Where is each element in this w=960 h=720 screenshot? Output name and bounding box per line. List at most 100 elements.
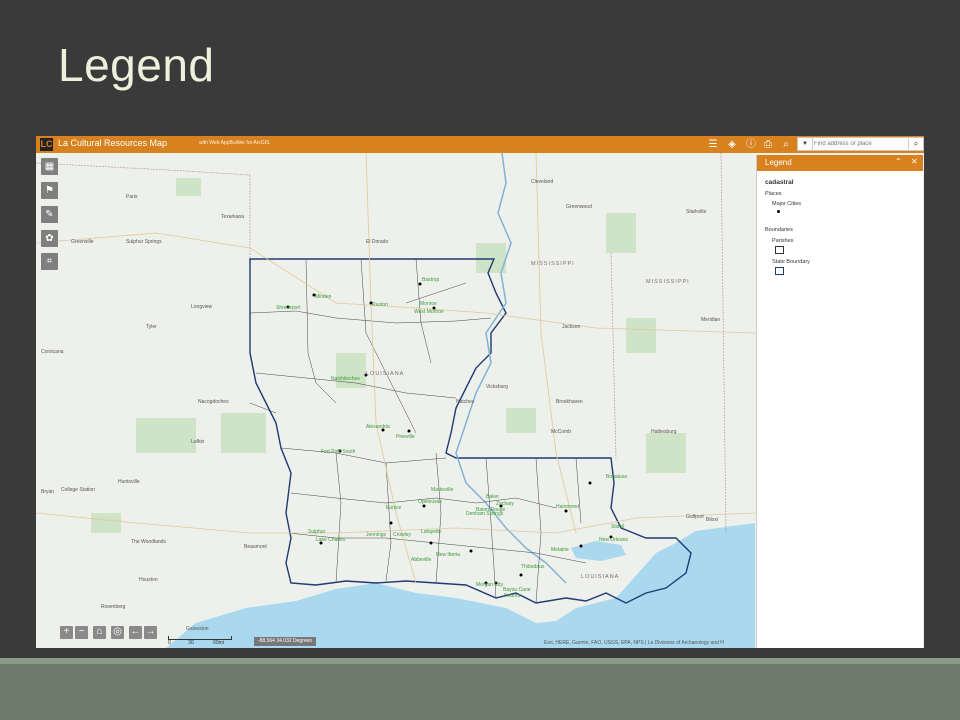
bookmark-icon[interactable]: ⚑ [41, 182, 58, 199]
svg-text:Tyler: Tyler [146, 324, 157, 330]
major-city-symbol [777, 210, 780, 213]
svg-text:Rosenberg: Rosenberg [101, 604, 126, 610]
svg-text:Bogalusa: Bogalusa [606, 474, 627, 480]
legend-panel-header: Legend ⌃ ✕ [757, 155, 923, 171]
legend-layer-name: cadastral [765, 179, 794, 186]
edit-icon[interactable]: ⌗ [41, 253, 58, 270]
collapse-icon[interactable]: ⌃ [895, 157, 902, 166]
svg-text:Corsicana: Corsicana [41, 349, 64, 355]
svg-text:Houston: Houston [139, 577, 158, 583]
query-icon[interactable]: ⌕ [778, 137, 794, 152]
svg-text:Longview: Longview [191, 304, 213, 310]
svg-text:Lake Charles: Lake Charles [316, 537, 346, 543]
info-icon[interactable]: ⓘ [743, 137, 759, 152]
svg-text:Brookhaven: Brookhaven [556, 399, 583, 405]
scale-label: 30 [188, 640, 194, 646]
svg-text:West Monroe: West Monroe [414, 309, 444, 315]
slide-title: Legend [58, 39, 215, 91]
svg-text:Fort Polk South: Fort Polk South [321, 449, 356, 455]
search-source-dropdown[interactable]: ▼ [798, 138, 813, 150]
svg-text:MISSISSIPPI: MISSISSIPPI [531, 261, 575, 267]
state-boundary-symbol [775, 267, 784, 275]
svg-text:The Woodlands: The Woodlands [131, 539, 166, 545]
svg-text:Marksville: Marksville [431, 487, 453, 493]
map-view[interactable]: Paris Texarkana Greenville Sulphur Sprin… [36, 153, 755, 648]
app-subtitle: with Web AppBuilder for ArcGIS [199, 140, 270, 146]
svg-text:Opelousas: Opelousas [418, 499, 442, 505]
svg-text:Texarkana: Texarkana [221, 214, 244, 220]
svg-text:Sulphur Springs: Sulphur Springs [126, 239, 162, 245]
svg-text:El Dorado: El Dorado [366, 239, 388, 245]
svg-text:Alexandria: Alexandria [366, 424, 390, 430]
svg-text:New Iberia: New Iberia [436, 552, 460, 558]
map-attribution: Esri, HERE, Garmin, FAO, USGS, EPA, NPS … [544, 640, 724, 646]
basemap-gallery-icon[interactable]: ▦ [41, 158, 58, 175]
next-extent-icon[interactable]: → [144, 626, 157, 639]
search-box: ▼ ⌕ [797, 137, 924, 151]
svg-text:Slidell: Slidell [611, 524, 624, 530]
svg-text:Natchitoches: Natchitoches [331, 376, 360, 382]
svg-text:Galveston: Galveston [186, 626, 209, 632]
svg-text:Biloxi: Biloxi [706, 517, 718, 523]
svg-text:Bayou Cane: Bayou Cane [503, 587, 531, 593]
svg-text:Hattiesburg: Hattiesburg [651, 429, 677, 435]
svg-text:Thibodaux: Thibodaux [521, 564, 545, 570]
svg-text:Huntsville: Huntsville [118, 479, 140, 485]
print-icon[interactable]: ⎙ [760, 137, 776, 152]
svg-text:New Orleans: New Orleans [599, 537, 628, 543]
svg-text:Greenwood: Greenwood [566, 204, 592, 210]
svg-text:Sulphur: Sulphur [308, 529, 326, 535]
app-logo: LC [40, 138, 53, 151]
legend-item-label: Major Cities [772, 201, 802, 207]
svg-text:Nacogdoches: Nacogdoches [198, 399, 229, 405]
svg-text:Meridian: Meridian [701, 317, 720, 323]
svg-text:Crowley: Crowley [393, 532, 412, 538]
search-input[interactable] [814, 138, 906, 150]
legend-item-label: Parishes [772, 238, 794, 244]
svg-text:Denham Springs: Denham Springs [466, 511, 504, 517]
svg-text:Natchez: Natchez [456, 399, 475, 405]
svg-text:Vicksburg: Vicksburg [486, 384, 508, 390]
scale-label: 0 [168, 640, 171, 646]
svg-text:McComb: McComb [551, 429, 571, 435]
svg-text:Shreveport: Shreveport [276, 305, 301, 311]
svg-text:Hammond: Hammond [556, 504, 579, 510]
svg-text:Greenville: Greenville [71, 239, 94, 245]
layers-icon[interactable]: ◈ [724, 137, 740, 152]
measure-icon[interactable]: ✎ [41, 206, 58, 223]
app-header: LC La Cultural Resources Map with Web Ap… [36, 136, 924, 153]
svg-text:Jackson: Jackson [562, 324, 581, 330]
my-location-icon[interactable]: ◎ [111, 626, 124, 639]
home-icon[interactable]: ⌂ [93, 626, 106, 639]
svg-text:Zachary: Zachary [496, 501, 515, 507]
zoom-in-icon[interactable]: + [60, 626, 73, 639]
coordinate-readout: -88.564 34.032 Degrees [254, 637, 316, 646]
svg-text:Bryan: Bryan [41, 489, 54, 495]
svg-text:Morgan City: Morgan City [476, 582, 503, 588]
svg-text:Metairie: Metairie [551, 547, 569, 553]
parish-symbol [775, 246, 784, 254]
legend-panel-title: Legend [765, 158, 792, 167]
scale-bar: 0 30 60mi [168, 636, 232, 646]
svg-text:Minden: Minden [315, 294, 332, 300]
list-icon[interactable]: ☰ [705, 137, 721, 152]
svg-text:Pineville: Pineville [396, 434, 415, 440]
footer-band [0, 664, 960, 720]
svg-text:LOUISIANA: LOUISIANA [581, 574, 619, 580]
svg-text:Bastrop: Bastrop [422, 277, 439, 283]
app-title: La Cultural Resources Map [58, 138, 168, 148]
svg-text:Baker: Baker [486, 494, 499, 500]
legend-group-label: Places [765, 191, 782, 197]
svg-text:Gulfport: Gulfport [686, 514, 704, 520]
app-window: LC La Cultural Resources Map with Web Ap… [36, 136, 924, 648]
close-icon[interactable]: ✕ [911, 157, 918, 166]
legend-item-label: State Boundary [772, 259, 810, 265]
search-button[interactable]: ⌕ [908, 138, 923, 150]
svg-text:LOUISIANA: LOUISIANA [366, 371, 404, 377]
draw-icon[interactable]: ✿ [41, 230, 58, 247]
previous-extent-icon[interactable]: ← [129, 626, 142, 639]
zoom-out-icon[interactable]: − [75, 626, 88, 639]
svg-text:Monroe: Monroe [420, 301, 437, 307]
svg-text:College Station: College Station [61, 487, 95, 493]
svg-text:Houma: Houma [504, 593, 520, 599]
